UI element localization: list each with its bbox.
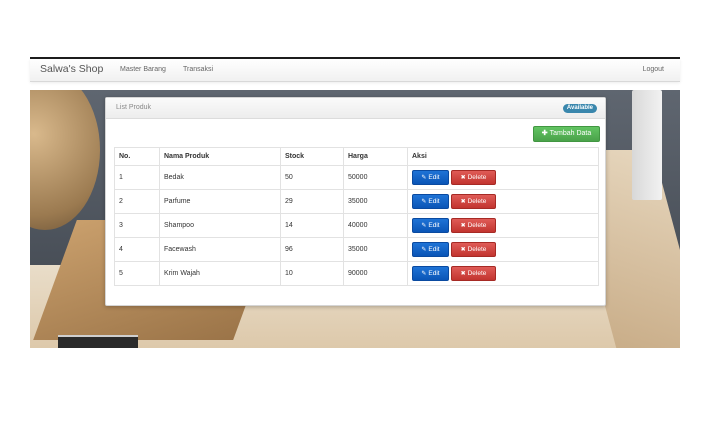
cell-actions: ✎ Edit ✖ Delete [407,213,599,238]
cell-name: Parfume [159,189,281,214]
delete-label: Delete [467,198,487,205]
panel-header: List Produk Available [106,98,605,119]
cell-harga: 50000 [343,165,408,190]
nav-master-barang[interactable]: Master Barang [120,66,166,73]
delete-button[interactable]: ✖ Delete [451,170,496,185]
add-data-button[interactable]: ✚ Tambah Data [533,126,600,142]
cell-name: Facewash [159,237,281,262]
header-name: Nama Produk [159,147,281,166]
x-icon: ✖ [460,223,466,229]
cell-name: Bedak [159,165,281,190]
edit-button[interactable]: ✎ Edit [412,242,449,257]
header-aksi: Aksi [407,147,599,166]
plus-icon: ✚ [541,130,548,137]
lamp-decoration [30,90,100,230]
cell-stock: 96 [280,237,344,262]
cell-harga: 40000 [343,213,408,238]
product-panel: List Produk Available ✚ Tambah Data No. N… [105,97,606,306]
edit-label: Edit [428,246,440,253]
table-header-row: No. Nama Produk Stock Harga Aksi [114,147,599,166]
edit-button[interactable]: ✎ Edit [412,266,449,281]
nav-transaksi[interactable]: Transaksi [183,66,213,73]
add-data-label: Tambah Data [549,130,592,137]
edit-button[interactable]: ✎ Edit [412,194,449,209]
pencil-icon: ✎ [421,247,427,253]
delete-label: Delete [467,174,487,181]
cell-name: Krim Wajah [159,261,281,286]
table-row: 4 Facewash 96 35000 ✎ Edit ✖ Delete [114,237,599,262]
x-icon: ✖ [460,175,466,181]
header-stock: Stock [280,147,344,166]
table-row: 1 Bedak 50 50000 ✎ Edit ✖ Delete [114,165,599,190]
delete-button[interactable]: ✖ Delete [451,266,496,281]
cell-no: 4 [114,237,160,262]
cell-actions: ✎ Edit ✖ Delete [407,261,599,286]
x-icon: ✖ [460,199,466,205]
delete-button[interactable]: ✖ Delete [451,242,496,257]
cell-actions: ✎ Edit ✖ Delete [407,189,599,214]
product-table: No. Nama Produk Stock Harga Aksi 1 Bedak… [114,147,599,286]
pencil-icon: ✎ [421,175,427,181]
edit-label: Edit [428,222,440,229]
cell-no: 5 [114,261,160,286]
delete-button[interactable]: ✖ Delete [451,194,496,209]
cell-name: Shampoo [159,213,281,238]
header-no: No. [114,147,160,166]
cell-stock: 14 [280,213,344,238]
cell-stock: 29 [280,189,344,214]
cell-no: 1 [114,165,160,190]
cell-stock: 10 [280,261,344,286]
x-icon: ✖ [460,247,466,253]
pencil-icon: ✎ [421,271,427,277]
edit-label: Edit [428,198,440,205]
monitor-decoration [632,90,662,200]
keyboard-decoration [58,335,138,348]
cell-harga: 90000 [343,261,408,286]
delete-button[interactable]: ✖ Delete [451,218,496,233]
pencil-icon: ✎ [421,199,427,205]
edit-label: Edit [428,174,440,181]
status-badge: Available [562,104,597,113]
edit-label: Edit [428,270,440,277]
edit-button[interactable]: ✎ Edit [412,170,449,185]
x-icon: ✖ [460,271,466,277]
table-row: 2 Parfume 29 35000 ✎ Edit ✖ Delete [114,189,599,214]
cell-harga: 35000 [343,189,408,214]
header-harga: Harga [343,147,408,166]
delete-label: Delete [467,246,487,253]
edit-button[interactable]: ✎ Edit [412,218,449,233]
cell-actions: ✎ Edit ✖ Delete [407,237,599,262]
table-row: 3 Shampoo 14 40000 ✎ Edit ✖ Delete [114,213,599,238]
brand[interactable]: Salwa's Shop [40,63,103,75]
panel-title: List Produk [116,104,152,111]
delete-label: Delete [467,270,487,277]
delete-label: Delete [467,222,487,229]
cell-no: 3 [114,213,160,238]
logout-link[interactable]: Logout [643,66,664,73]
cell-stock: 50 [280,165,344,190]
table-row: 5 Krim Wajah 10 90000 ✎ Edit ✖ Delete [114,261,599,286]
pencil-icon: ✎ [421,223,427,229]
navbar: Salwa's Shop Master Barang Transaksi Log… [30,59,680,82]
cell-actions: ✎ Edit ✖ Delete [407,165,599,190]
cell-harga: 35000 [343,237,408,262]
cell-no: 2 [114,189,160,214]
